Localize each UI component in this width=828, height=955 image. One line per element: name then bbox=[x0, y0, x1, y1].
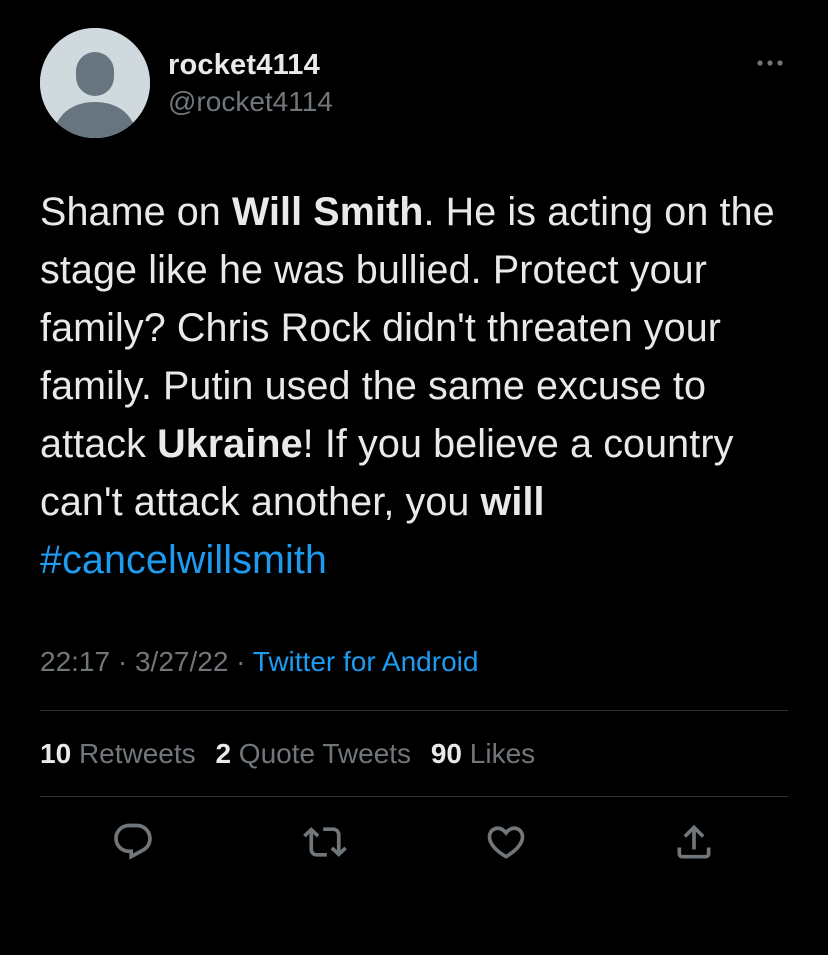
tweet-detail: rocket4114 @rocket4114 Shame on Will Smi… bbox=[0, 0, 828, 955]
tweet-source-link[interactable]: Twitter for Android bbox=[253, 646, 479, 677]
hashtag-link[interactable]: #cancelwillsmith bbox=[40, 538, 327, 582]
tweet-text: Shame on Will Smith. He is acting on the… bbox=[40, 183, 800, 589]
tweet-stats: 10 Retweets 2 Quote Tweets 90 Likes bbox=[40, 734, 547, 774]
reply-icon bbox=[114, 823, 152, 860]
divider bbox=[40, 710, 788, 711]
retweets-stat[interactable]: 10 Retweets bbox=[40, 738, 196, 769]
divider bbox=[40, 796, 788, 797]
tweet-time[interactable]: 22:17 bbox=[40, 646, 110, 677]
mention-text: Will Smith bbox=[231, 190, 424, 234]
likes-stat[interactable]: 90 Likes bbox=[431, 738, 535, 769]
likes-count: 90 bbox=[430, 738, 462, 769]
mention-text: will bbox=[480, 480, 545, 524]
tweet-text-segment: Shame on bbox=[40, 190, 232, 234]
user-names: rocket4114 @rocket4114 bbox=[168, 48, 333, 120]
share-icon bbox=[677, 824, 711, 859]
user-handle[interactable]: @rocket4114 bbox=[168, 84, 333, 120]
like-button[interactable] bbox=[484, 820, 528, 864]
share-button[interactable] bbox=[672, 820, 716, 864]
reply-button[interactable] bbox=[111, 820, 155, 864]
avatar[interactable] bbox=[40, 28, 150, 138]
default-avatar-icon bbox=[40, 28, 150, 138]
meta-separator: · bbox=[236, 646, 246, 677]
display-name[interactable]: rocket4114 bbox=[168, 48, 333, 82]
tweet-header: rocket4114 @rocket4114 bbox=[40, 28, 788, 138]
tweet-date[interactable]: 3/27/22 bbox=[135, 646, 228, 677]
more-options-icon[interactable] bbox=[752, 52, 788, 74]
retweet-button[interactable] bbox=[303, 820, 347, 864]
meta-separator: · bbox=[117, 646, 128, 677]
retweets-label: Retweets bbox=[78, 738, 196, 769]
retweets-count: 10 bbox=[40, 738, 72, 769]
quote-tweets-stat[interactable]: 2 Quote Tweets bbox=[215, 738, 411, 769]
likes-label: Likes bbox=[469, 738, 536, 769]
quotes-label: Quote Tweets bbox=[238, 738, 412, 769]
mention-text: Ukraine bbox=[157, 422, 303, 466]
quotes-count: 2 bbox=[215, 738, 232, 769]
retweet-icon bbox=[303, 827, 347, 857]
heart-icon bbox=[487, 826, 525, 859]
tweet-meta: 22:17 · 3/27/22 · Twitter for Android bbox=[40, 642, 478, 682]
